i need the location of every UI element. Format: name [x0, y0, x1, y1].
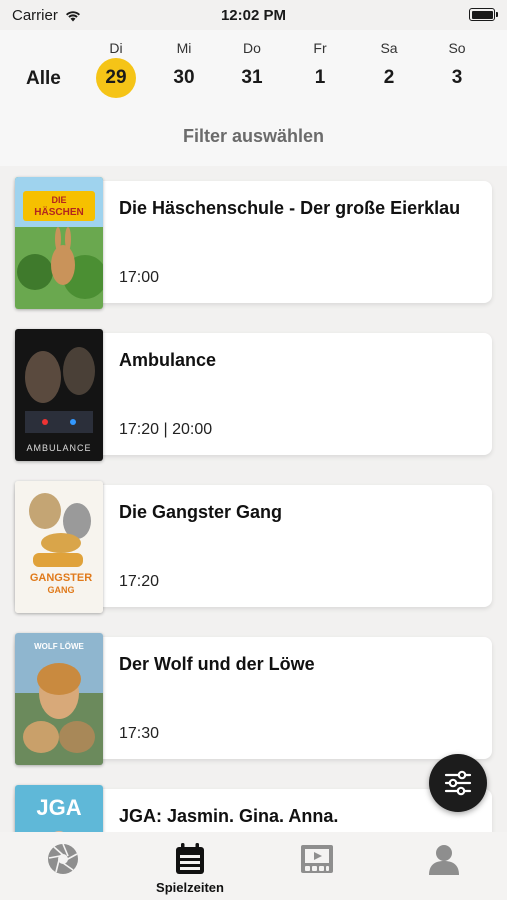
day-number: 3 [451, 67, 463, 88]
day-number: 29 [96, 58, 136, 98]
day-name: Do [243, 40, 261, 56]
day-number: 2 [383, 67, 395, 88]
day-item[interactable]: Fr 1 [295, 38, 345, 98]
movie-poster: JGA [15, 785, 103, 832]
tab-bar: Spielzeiten [0, 832, 507, 900]
showtime[interactable]: 17:20 | 20:00 [119, 421, 212, 439]
carrier-label: Carrier [12, 6, 58, 24]
day-name: Sa [380, 40, 398, 56]
movie-poster: GANGSTER GANG [15, 481, 103, 613]
carrier-info: Carrier [12, 7, 82, 24]
day-name: Di [109, 40, 123, 56]
status-bar: Carrier 12:02 PM [0, 0, 507, 30]
svg-text:AMBULANCE: AMBULANCE [26, 443, 91, 453]
day-name: Mi [176, 40, 192, 56]
filter-settings-button[interactable] [429, 754, 487, 812]
day-name: So [448, 40, 466, 56]
svg-text:DIE: DIE [51, 195, 66, 205]
movie-title: JGA: Jasmin. Gina. Anna. [119, 806, 339, 826]
movie-card[interactable]: JGA JGA: Jasmin. Gina. Anna. [15, 785, 492, 832]
profile-icon [429, 845, 459, 875]
tab-cinema[interactable] [254, 832, 380, 900]
showtime[interactable]: 17:00 [119, 269, 159, 287]
movie-poster: WOLF LÖWE [15, 633, 103, 765]
movie-card[interactable]: AMBULANCE Ambulance 17:20 | 20:00 [15, 329, 492, 461]
cinema-icon [301, 845, 333, 873]
showtime[interactable]: 17:30 [119, 725, 159, 743]
day-item[interactable]: Sa 2 [364, 38, 414, 98]
day-item[interactable]: So 3 [432, 38, 482, 98]
movie-list: DIE HÄSCHEN Die Häschenschule - Der groß… [0, 166, 507, 832]
filter-button[interactable]: Filter auswählen [0, 126, 507, 147]
tab-spielzeiten[interactable]: Spielzeiten [127, 832, 253, 900]
movie-title: Der Wolf und der Löwe [119, 654, 315, 674]
calendar-icon [176, 843, 204, 874]
day-number: 31 [241, 67, 263, 88]
movie-card[interactable]: WOLF LÖWE Der Wolf und der Löwe 17:30 [15, 633, 492, 765]
movie-card[interactable]: GANGSTER GANG Die Gangster Gang 17:20 [15, 481, 492, 613]
all-days-button[interactable]: Alle [26, 67, 61, 91]
battery-icon [469, 8, 498, 21]
day-number: 30 [173, 67, 195, 88]
svg-text:WOLF LÖWE: WOLF LÖWE [34, 642, 84, 651]
day-name: Fr [313, 40, 327, 56]
tab-home[interactable] [0, 832, 126, 900]
tab-label: Spielzeiten [156, 880, 224, 895]
movie-card[interactable]: DIE HÄSCHEN Die Häschenschule - Der groß… [15, 177, 492, 309]
tab-profile[interactable] [381, 832, 507, 900]
showtime[interactable]: 17:20 [119, 573, 159, 591]
svg-text:JGA: JGA [36, 795, 81, 820]
day-item[interactable]: Di 29 [91, 38, 141, 98]
svg-text:HÄSCHEN: HÄSCHEN [34, 205, 83, 218]
svg-text:GANGSTER: GANGSTER [30, 572, 92, 584]
day-item[interactable]: Mi 30 [159, 38, 209, 98]
day-item[interactable]: Do 31 [227, 38, 277, 98]
movie-title: Die Häschenschule - Der große Eierklau [119, 198, 461, 218]
sliders-icon [444, 770, 472, 796]
aperture-icon [48, 843, 78, 874]
wifi-icon [65, 10, 80, 21]
movie-title: Die Gangster Gang [119, 502, 283, 522]
svg-text:GANG: GANG [48, 585, 75, 595]
date-picker-header: Alle Di 29 Mi 30 Do 31 Fr 1 Sa 2 So 3 Fi… [0, 30, 507, 166]
day-number: 1 [314, 67, 326, 88]
movie-poster: DIE HÄSCHEN [15, 177, 103, 309]
movie-poster: AMBULANCE [15, 329, 103, 461]
movie-title: Ambulance [119, 350, 217, 370]
